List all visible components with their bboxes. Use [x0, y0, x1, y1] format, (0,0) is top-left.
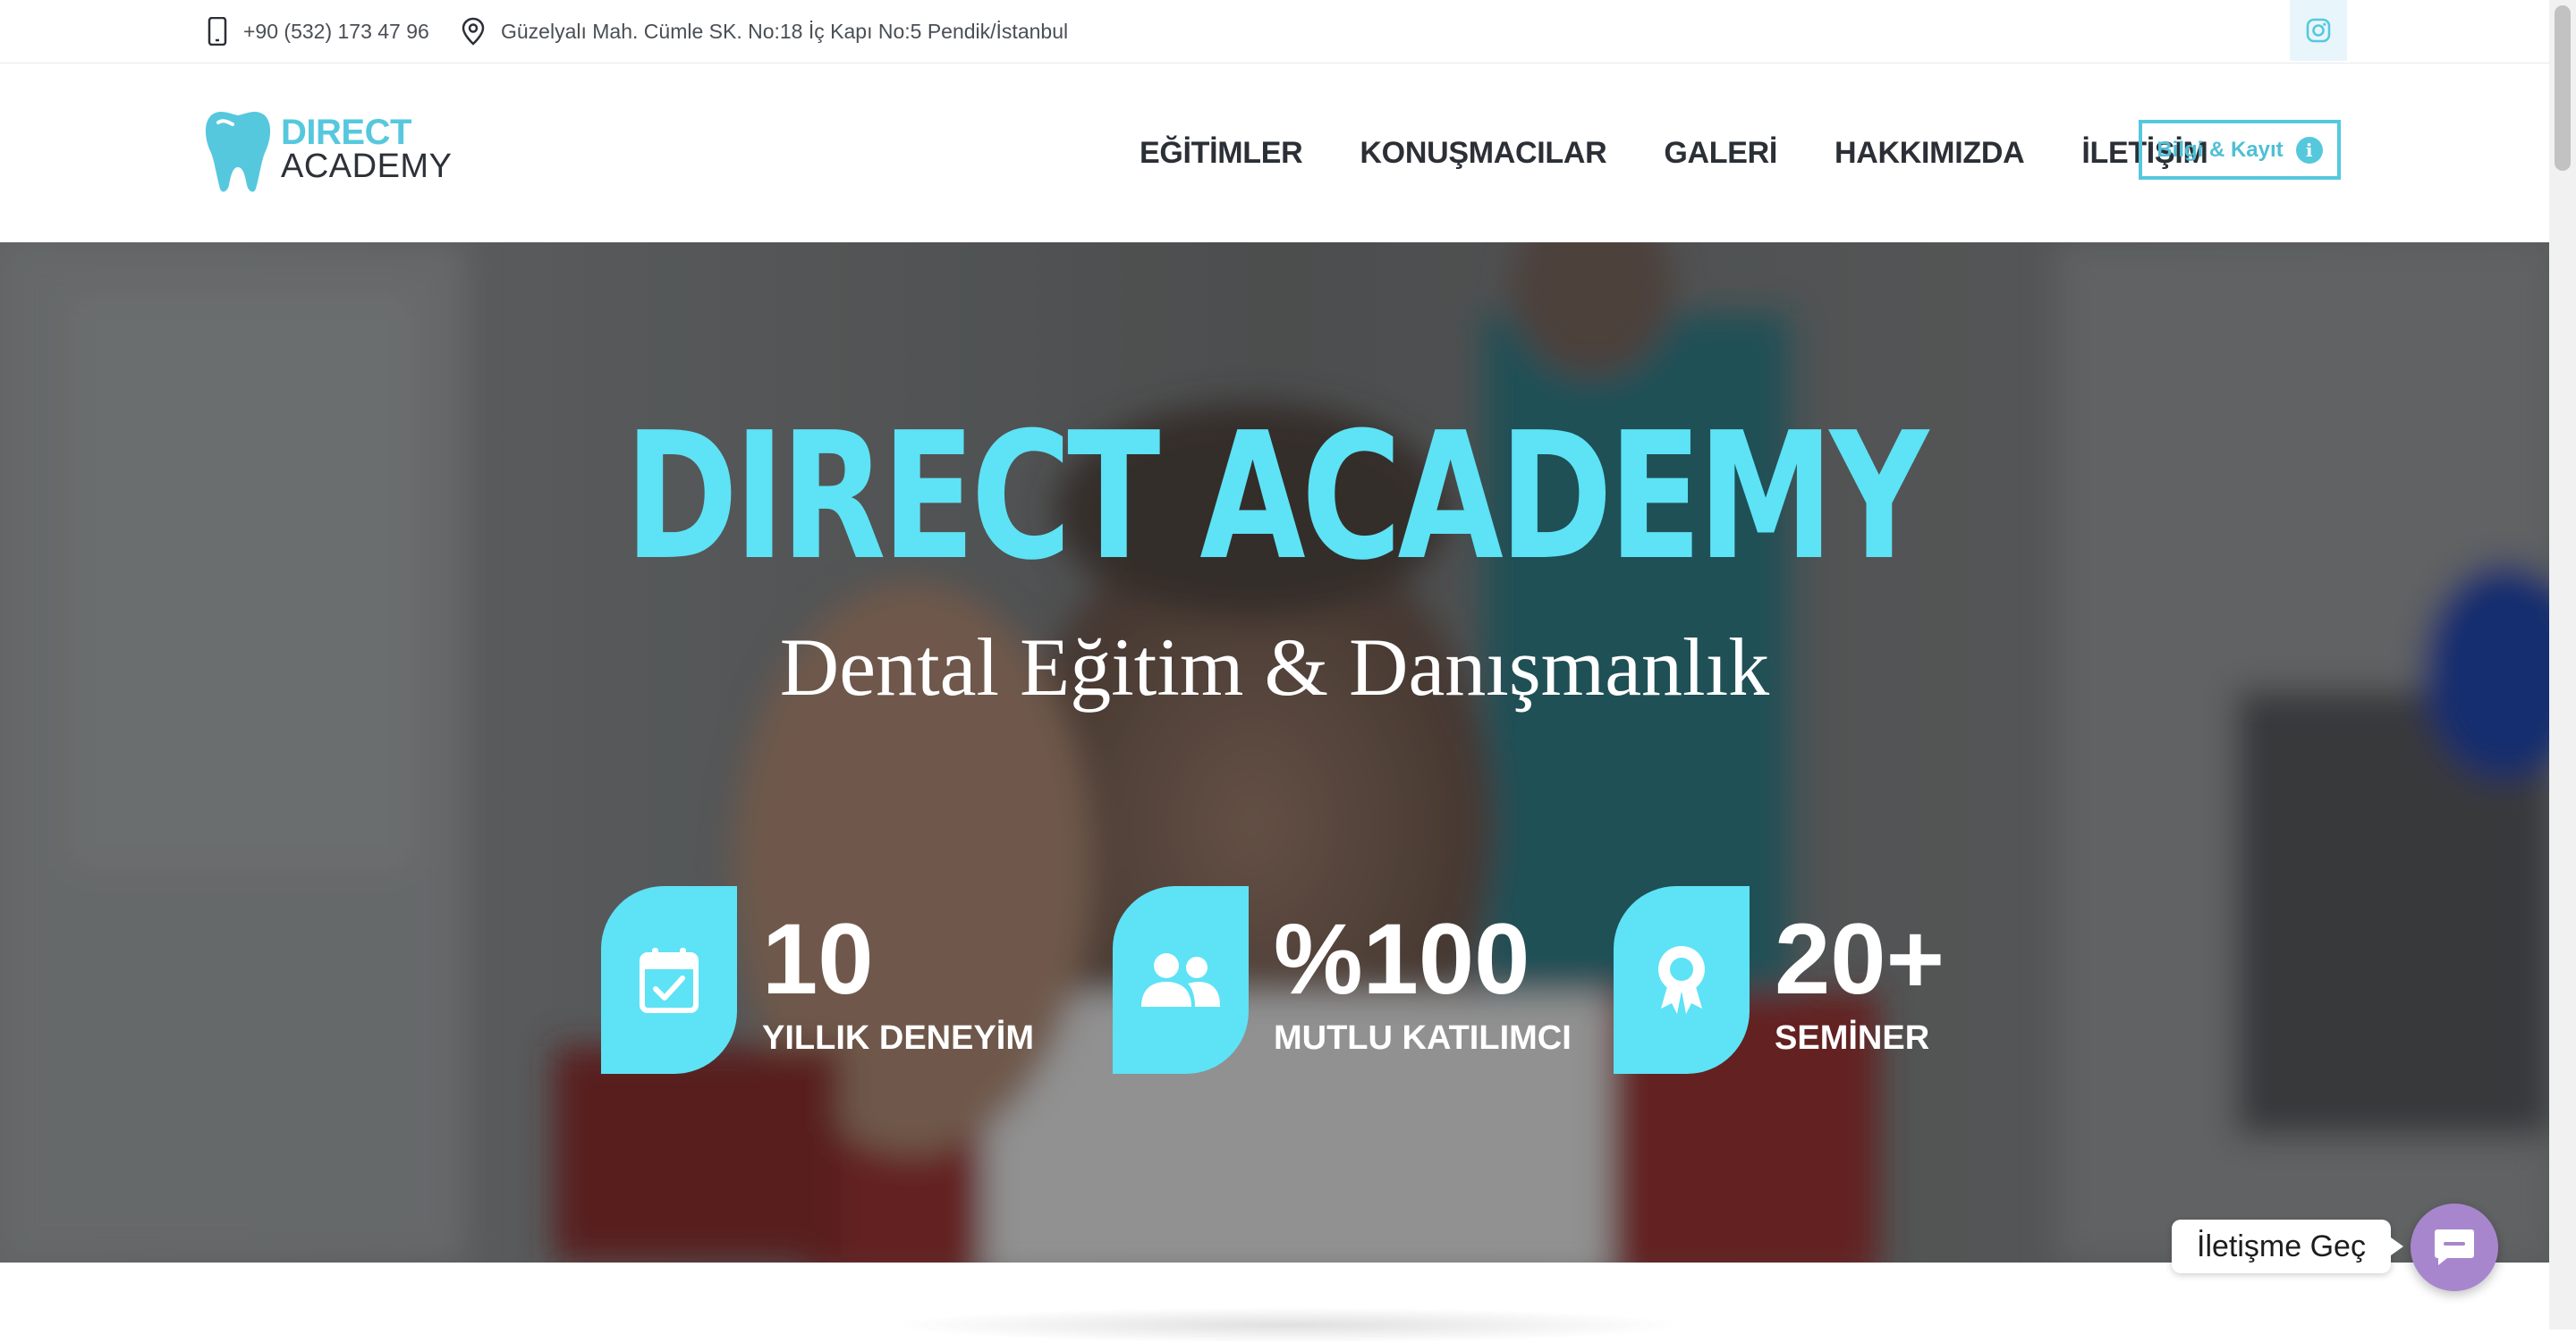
- address-contact[interactable]: Güzelyalı Mah. Cümle SK. No:18 İç Kapı N…: [462, 0, 1068, 63]
- logo-text-direct: DIRECT: [281, 113, 411, 152]
- stat-badge: [1113, 886, 1249, 1074]
- info-icon: i: [2295, 136, 2323, 164]
- stat-badge: [1614, 886, 1750, 1074]
- address-text: Güzelyalı Mah. Cümle SK. No:18 İç Kapı N…: [501, 19, 1069, 43]
- info-register-label: Bilgi & Kayıt: [2157, 137, 2284, 162]
- stat-experience: 10 YILLIK DENEYİM: [601, 886, 1034, 1076]
- phone-icon: [208, 17, 227, 46]
- next-section-edge: [0, 1263, 2549, 1343]
- calendar-check-icon: [640, 948, 699, 1013]
- stat-value: %100: [1274, 903, 1530, 1015]
- logo-text-academy: ACADEMY: [281, 148, 453, 185]
- hero-subtitle: Dental Eğitim & Danışmanlık: [779, 621, 1770, 713]
- stat-participants: %100 MUTLU KATILIMCI: [1113, 886, 1572, 1076]
- users-icon: [1141, 953, 1220, 1007]
- stat-label: YILLIK DENEYİM: [762, 1019, 1035, 1057]
- site-header: DIRECT ACADEMY EĞİTİMLER KONUŞMACILAR GA…: [0, 63, 2549, 242]
- chat-prompt-label[interactable]: İletişme Geç: [2172, 1220, 2403, 1273]
- instagram-icon: [2306, 18, 2331, 43]
- chat-prompt-text: İletişme Geç: [2197, 1229, 2366, 1263]
- site-logo[interactable]: DIRECT ACADEMY: [202, 108, 452, 198]
- phone-number: +90 (532) 173 47 96: [243, 19, 429, 43]
- nav-item-hakkimizda[interactable]: HAKKIMIZDA: [1835, 136, 2025, 171]
- scrollbar-thumb[interactable]: [2555, 5, 2571, 171]
- stat-label: SEMİNER: [1775, 1019, 1930, 1057]
- award-icon: [1658, 946, 1705, 1014]
- top-bar: +90 (532) 173 47 96 Güzelyalı Mah. Cümle…: [0, 0, 2549, 63]
- info-register-button[interactable]: Bilgi & Kayıt i: [2139, 120, 2341, 180]
- stat-value: 10: [762, 903, 874, 1015]
- stat-value: 20+: [1775, 903, 1945, 1015]
- chat-open-button[interactable]: [2411, 1204, 2498, 1291]
- nav-item-egitimler[interactable]: EĞİTİMLER: [1140, 136, 1303, 171]
- instagram-link[interactable]: [2290, 0, 2347, 61]
- hero-title: DIRECT ACADEMY: [624, 395, 1928, 599]
- stat-seminars: 20+ SEMİNER: [1614, 886, 1945, 1076]
- phone-contact[interactable]: +90 (532) 173 47 96: [208, 0, 429, 63]
- page-scrollbar[interactable]: [2549, 0, 2576, 1330]
- nav-item-konusmacilar[interactable]: KONUŞMACILAR: [1360, 136, 1606, 171]
- main-nav: EĞİTİMLER KONUŞMACILAR GALERİ HAKKIMIZDA…: [1140, 63, 2265, 242]
- stat-label: MUTLU KATILIMCI: [1274, 1019, 1572, 1057]
- section-shadow: [886, 1307, 1690, 1343]
- chat-icon: [2435, 1229, 2474, 1265]
- tooth-logo-icon: [205, 111, 271, 192]
- location-pin-icon: [462, 17, 485, 46]
- nav-item-galeri[interactable]: GALERİ: [1664, 136, 1777, 171]
- stat-badge: [601, 886, 737, 1074]
- hero-section: DIRECT ACADEMY Dental Eğitim & Danışmanl…: [0, 242, 2549, 1263]
